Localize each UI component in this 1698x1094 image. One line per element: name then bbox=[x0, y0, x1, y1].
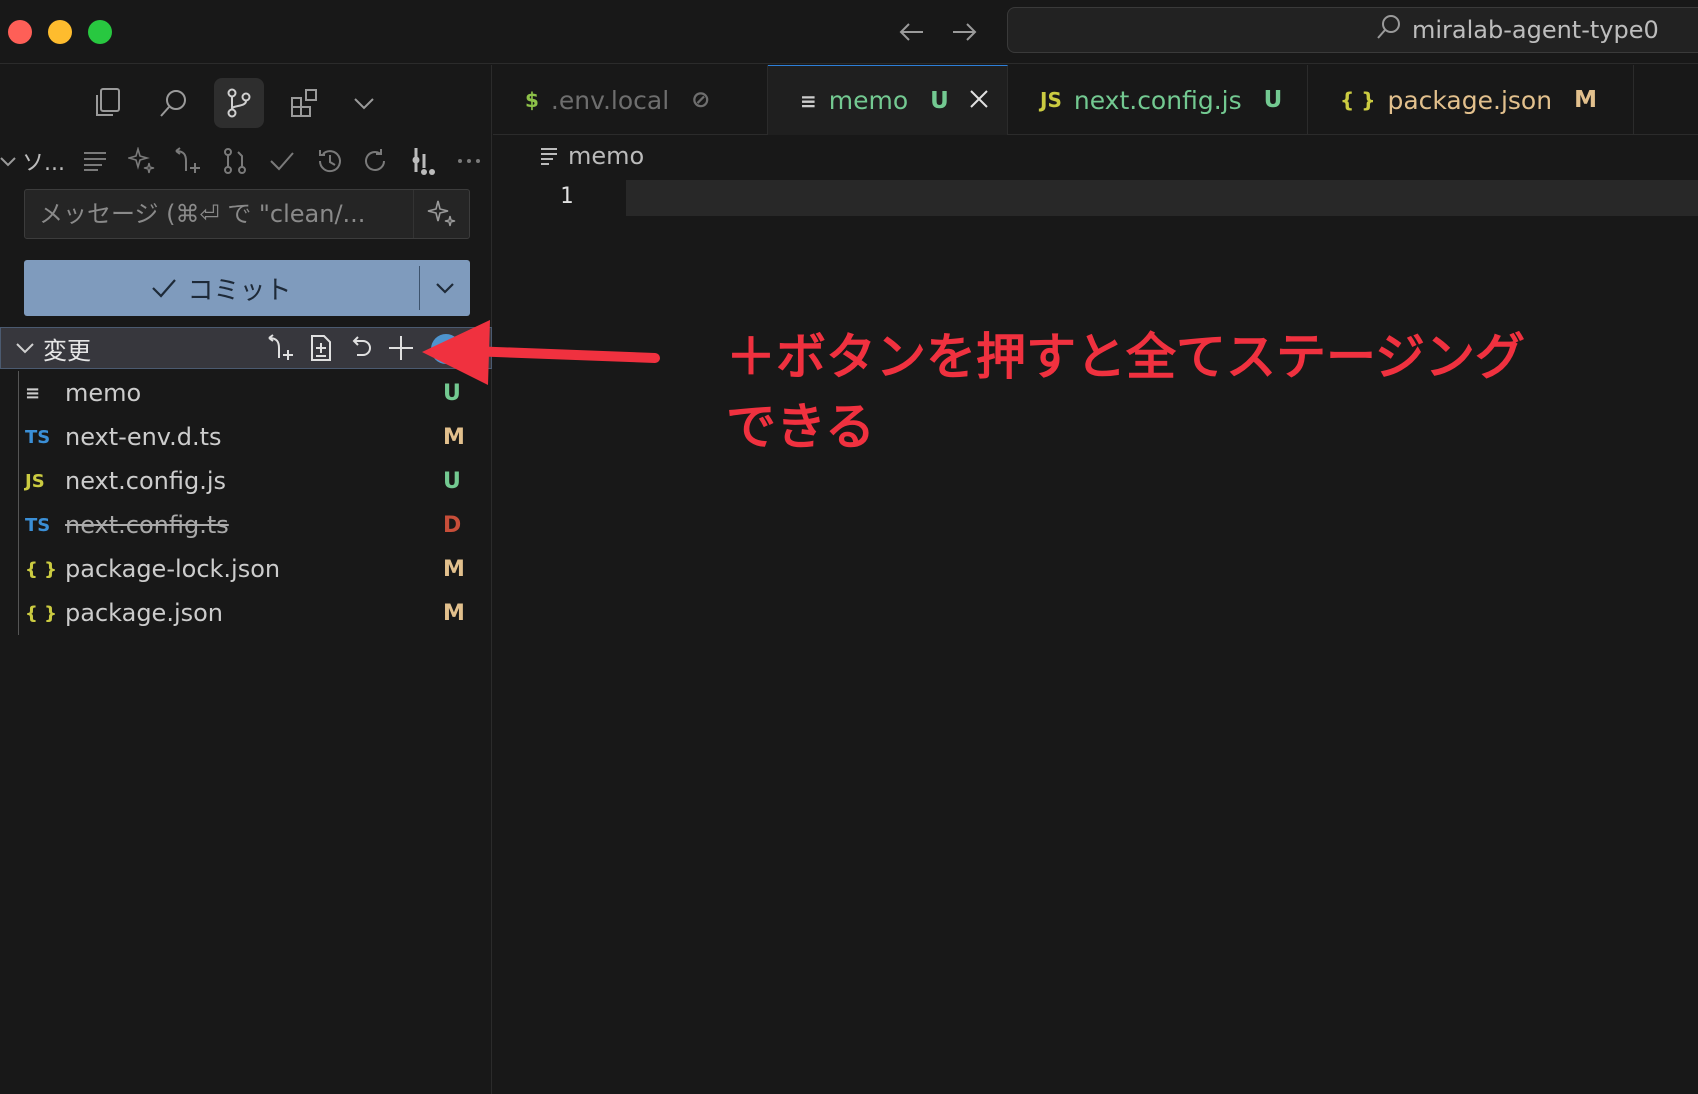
commit-check-icon[interactable] bbox=[258, 141, 305, 181]
file-name: next-env.d.ts bbox=[65, 423, 222, 451]
back-arrow-icon[interactable] bbox=[894, 14, 930, 50]
current-line-highlight[interactable] bbox=[626, 180, 1698, 216]
file-row[interactable]: TS next.config.ts D bbox=[19, 503, 492, 547]
commit-message-box bbox=[24, 189, 470, 239]
source-control-icon[interactable] bbox=[214, 78, 264, 128]
file-status-badge: M bbox=[443, 600, 465, 626]
view-as-list-icon[interactable] bbox=[72, 141, 119, 181]
tab-1[interactable]: ≡ memo U bbox=[768, 65, 1008, 135]
scm-title-text: ソ... bbox=[22, 151, 65, 176]
commit-dropdown-chevron-icon[interactable] bbox=[420, 260, 470, 316]
open-changes-icon[interactable] bbox=[263, 330, 299, 366]
file-type-icon: TS bbox=[25, 514, 51, 536]
search-view-icon[interactable] bbox=[148, 78, 198, 128]
annotation-text: ＋ボタンを押すと全てステージング できる bbox=[726, 322, 1626, 462]
tab-label: next.config.js bbox=[1073, 85, 1242, 115]
file-status-badge: D bbox=[443, 512, 462, 538]
file-row[interactable]: JS next.config.js U bbox=[19, 459, 492, 503]
tab-status-badge: U bbox=[1263, 87, 1283, 113]
tab-label: memo bbox=[828, 86, 909, 115]
extensions-icon[interactable] bbox=[280, 78, 330, 128]
text-file-icon bbox=[541, 148, 557, 165]
open-file-icon[interactable] bbox=[303, 330, 339, 366]
file-type-icon: { } bbox=[25, 602, 57, 624]
close-tab-icon[interactable] bbox=[969, 86, 989, 115]
file-status-badge: M bbox=[443, 556, 465, 582]
file-row[interactable]: { } package-lock.json M bbox=[19, 547, 492, 591]
changes-count-badge bbox=[431, 334, 461, 364]
tab-status-badge: ⊘ bbox=[691, 87, 711, 113]
refresh-icon[interactable] bbox=[352, 141, 399, 181]
changes-actions bbox=[263, 330, 419, 366]
explorer-icon[interactable] bbox=[82, 78, 132, 128]
generate-message-sparkle-icon[interactable] bbox=[413, 190, 469, 238]
editor-tabs: $ .env.local ⊘ ≡ memo U JS next.config.js U { } pa… bbox=[493, 65, 1698, 135]
more-actions-icon[interactable] bbox=[445, 141, 492, 181]
annotation-line-1: ＋ボタンを押すと全てステージング bbox=[726, 328, 1525, 386]
breadcrumb[interactable]: memo bbox=[540, 142, 644, 170]
commit-label: コミット bbox=[187, 275, 292, 306]
minimize-window-button[interactable] bbox=[48, 20, 72, 44]
annotation-line-2: できる bbox=[726, 398, 875, 456]
changed-files-list: ≡ memo U TS next-env.d.ts M JS next.config.js U T… bbox=[18, 371, 492, 635]
scm-section-title[interactable]: ソ... bbox=[0, 145, 72, 177]
tab-status-badge: M bbox=[1574, 87, 1597, 113]
command-center-search[interactable]: miralab-agent-type0 bbox=[1007, 7, 1698, 53]
commit-main-button[interactable]: コミット bbox=[24, 260, 419, 316]
activity-bar bbox=[82, 77, 382, 129]
line-number: 1 bbox=[560, 184, 574, 209]
forward-arrow-icon[interactable] bbox=[946, 14, 982, 50]
workspace-name: miralab-agent-type0 bbox=[1412, 16, 1659, 44]
tab-file-icon: ≡ bbox=[800, 88, 817, 113]
search-icon bbox=[1376, 14, 1402, 46]
tab-label: .env.local bbox=[550, 85, 670, 115]
discard-all-icon[interactable] bbox=[343, 330, 379, 366]
file-row[interactable]: ≡ memo U bbox=[19, 371, 492, 415]
tab-status-badge: U bbox=[930, 87, 949, 114]
zoom-window-button[interactable] bbox=[88, 20, 112, 44]
annotation-arrow-shaft bbox=[465, 346, 660, 363]
tab-file-icon: JS bbox=[1040, 88, 1062, 112]
title-bar: miralab-agent-type0 bbox=[0, 0, 1698, 64]
tab-file-icon: $ bbox=[525, 88, 539, 112]
commit-button: コミット bbox=[24, 260, 470, 316]
graph-icon[interactable] bbox=[399, 141, 446, 181]
check-icon bbox=[152, 279, 177, 298]
scm-toolbar: ソ... bbox=[0, 141, 492, 181]
file-name: memo bbox=[65, 379, 142, 407]
close-window-button[interactable] bbox=[8, 20, 32, 44]
sparkle-icon[interactable] bbox=[118, 141, 165, 181]
file-name: next.config.ts bbox=[65, 511, 229, 539]
source-control-sidebar: ソ... メッセージ (⌘⏎ で "clean/... コミット 変更 ≡ me… bbox=[0, 65, 492, 1094]
file-status-badge: U bbox=[443, 380, 461, 406]
file-name: next.config.js bbox=[65, 467, 227, 495]
history-icon[interactable] bbox=[305, 141, 352, 181]
stage-all-plus-icon[interactable] bbox=[383, 330, 419, 366]
tab-label: package.json bbox=[1387, 85, 1553, 115]
file-row[interactable]: TS next-env.d.ts M bbox=[19, 415, 492, 459]
file-type-icon: ≡ bbox=[25, 382, 41, 404]
file-name: package-lock.json bbox=[65, 555, 281, 583]
stage-all-icon[interactable] bbox=[165, 141, 212, 181]
chevron-down-icon bbox=[0, 157, 16, 167]
vscode-window: miralab-agent-type0 ソ... メッセージ (⌘⏎ で "cl… bbox=[0, 0, 1698, 1094]
file-type-icon: JS bbox=[25, 470, 45, 492]
tab-0[interactable]: $ .env.local ⊘ bbox=[493, 65, 768, 135]
changes-label: 変更 bbox=[43, 336, 91, 365]
tab-file-icon: { } bbox=[1340, 88, 1376, 112]
chevron-down-icon bbox=[16, 343, 34, 354]
file-type-icon: { } bbox=[25, 558, 57, 580]
changes-group-header[interactable]: 変更 bbox=[0, 327, 492, 369]
file-type-icon: TS bbox=[25, 426, 51, 448]
tab-2[interactable]: JS next.config.js U bbox=[1008, 65, 1308, 135]
file-status-badge: U bbox=[443, 468, 461, 494]
breadcrumb-filename: memo bbox=[568, 142, 645, 170]
tab-3[interactable]: { } package.json M bbox=[1308, 65, 1634, 135]
more-views-chevron-icon[interactable] bbox=[346, 78, 382, 128]
file-row[interactable]: { } package.json M bbox=[19, 591, 492, 635]
file-name: package.json bbox=[65, 599, 224, 627]
file-status-badge: M bbox=[443, 424, 465, 450]
branch-compare-icon[interactable] bbox=[212, 141, 259, 181]
commit-message-input[interactable] bbox=[25, 190, 413, 238]
